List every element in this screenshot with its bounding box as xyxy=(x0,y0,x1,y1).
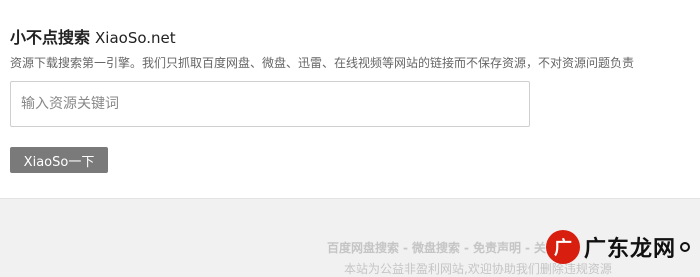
footer-separator: - xyxy=(464,241,469,255)
watermark-text: 广东龙网 xyxy=(583,237,676,262)
search-input[interactable] xyxy=(11,82,529,126)
watermark: 广 广东龙网 xyxy=(545,230,690,264)
footer-separator: - xyxy=(525,241,530,255)
site-header: 小不点搜索 XiaoSo.net xyxy=(10,24,176,48)
footer-link-weipan[interactable]: 微盘搜索 xyxy=(412,241,460,255)
brand-name-en: XiaoSo.net xyxy=(95,29,176,47)
footer-link-baidu-pan[interactable]: 百度网盘搜索 xyxy=(327,241,399,255)
search-button[interactable]: XiaoSo一下 xyxy=(10,147,108,173)
watermark-dot-icon xyxy=(680,242,690,252)
search-box[interactable] xyxy=(10,81,530,127)
brand-name-cn: 小不点搜索 xyxy=(10,28,91,47)
site-tagline: 资源下载搜索第一引擎。我们只抓取百度网盘、微盘、迅雷、在线视频等网站的链接而不保… xyxy=(10,56,635,70)
footer-links: 百度网盘搜索-微盘搜索-免责声明-关于 xyxy=(327,239,558,256)
watermark-logo-icon: 广 xyxy=(545,230,580,264)
footer-link-disclaimer[interactable]: 免责声明 xyxy=(473,241,521,255)
footer-separator: - xyxy=(403,241,408,255)
